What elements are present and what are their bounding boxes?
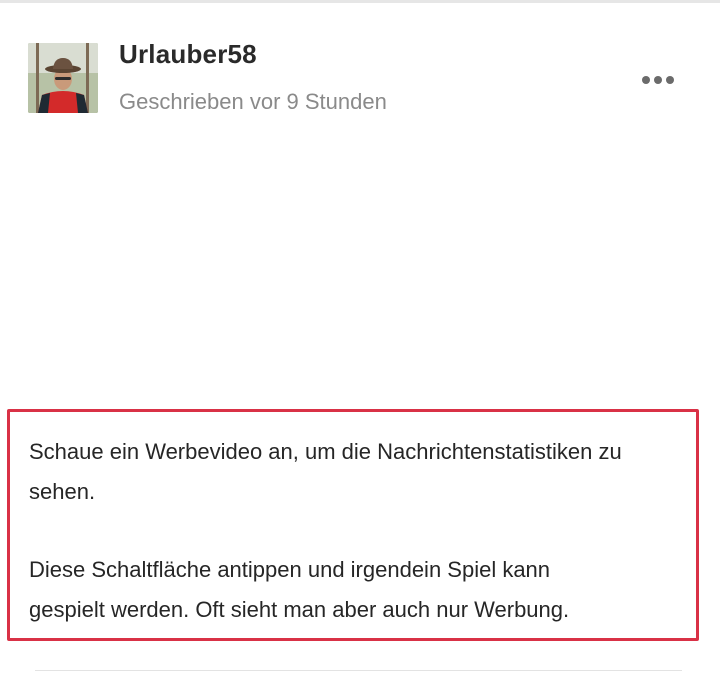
more-horizontal-icon	[642, 76, 650, 84]
avatar[interactable]	[28, 43, 98, 113]
more-horizontal-icon	[666, 76, 674, 84]
post-header: Urlauber58 Geschrieben vor 9 Stunden	[28, 41, 688, 115]
author-name[interactable]: Urlauber58	[119, 41, 257, 67]
message-paragraph-2: Diese Schaltfläche antippen und irgendei…	[29, 550, 678, 630]
highlighted-message: Schaue ein Werbevideo an, um die Nachric…	[7, 409, 699, 641]
top-divider	[0, 0, 720, 3]
more-options-button[interactable]	[642, 71, 674, 89]
message-line: gespielt werden. Oft sieht man aber auch…	[29, 597, 570, 622]
message-line: sehen.	[29, 479, 96, 504]
more-horizontal-icon	[654, 76, 662, 84]
post-timestamp: Geschrieben vor 9 Stunden	[119, 89, 387, 114]
message-paragraph-1: Schaue ein Werbevideo an, um die Nachric…	[29, 432, 678, 512]
bottom-divider	[35, 670, 682, 671]
avatar-photo-icon	[28, 43, 98, 113]
message-line: Schaue ein Werbevideo an, um die Nachric…	[29, 439, 622, 464]
post-view: Urlauber58 Geschrieben vor 9 Stunden Sch…	[0, 0, 720, 678]
message-line: Diese Schaltfläche antippen und irgendei…	[29, 557, 551, 582]
